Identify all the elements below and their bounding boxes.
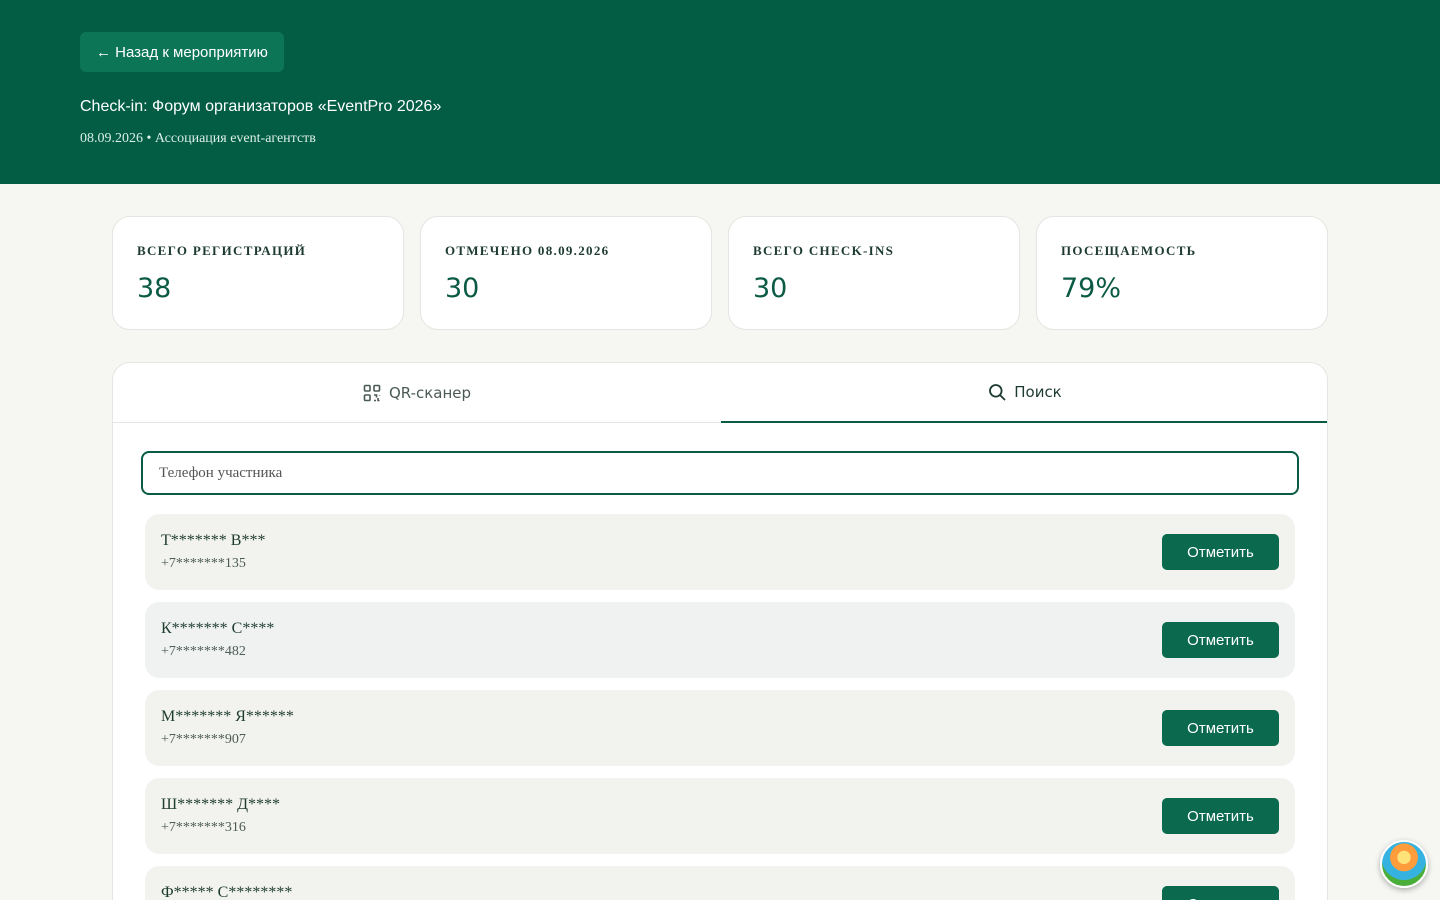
attendee-row: Ш******* Д**** +7*******316 Отметить [145, 778, 1295, 854]
attendee-name: Ш******* Д**** [161, 796, 281, 813]
mode-tabs: QR-сканер Поиск [113, 363, 1327, 423]
participant-phone-input[interactable] [141, 451, 1299, 495]
search-icon [988, 383, 1006, 401]
stat-value: 79% [1061, 273, 1122, 304]
stat-label: Посещаемость [1061, 243, 1197, 258]
mark-attendee-button[interactable]: Отметить [1162, 886, 1279, 900]
tab-search[interactable]: Поиск [721, 363, 1327, 423]
attendee-name: М******* Я****** [161, 708, 294, 725]
checkin-panel: QR-сканер Поиск Т******* В*** +7*******1… [112, 362, 1328, 900]
attendee-phone: +7*******135 [161, 556, 246, 571]
stat-label: Всего регистраций [137, 243, 307, 258]
stat-card-checkins: Всего check-ins 30 [728, 216, 1020, 330]
attendee-row: М******* Я****** +7*******907 Отметить [145, 690, 1295, 766]
stat-value: 30 [445, 273, 480, 304]
qr-code-icon [363, 384, 381, 402]
page-subtitle: 08.09.2026 • Ассоциация event-агентств [80, 131, 316, 146]
attendee-name: Ф***** С******** [161, 884, 293, 900]
page-header: ← Назад к мероприятию Check-in: Форум ор… [0, 0, 1440, 184]
attendee-phone: +7*******316 [161, 820, 246, 835]
mark-attendee-button[interactable]: Отметить [1162, 798, 1279, 834]
attendee-row: Т******* В*** +7*******135 Отметить [145, 514, 1295, 590]
attendee-name: К******* С**** [161, 620, 275, 637]
mark-attendee-button[interactable]: Отметить [1162, 622, 1279, 658]
attendee-phone: +7*******907 [161, 732, 246, 747]
tab-qr-scanner[interactable]: QR-сканер [113, 363, 721, 423]
stat-value: 38 [137, 273, 172, 304]
attendee-row: Ф***** С******** Отметить [145, 866, 1295, 900]
stat-card-registrations: Всего регистраций 38 [112, 216, 404, 330]
stat-card-marked-today: Отмечено 08.09.2026 30 [420, 216, 712, 330]
tab-label: QR-сканер [388, 384, 472, 402]
stat-label: Отмечено 08.09.2026 [445, 243, 610, 258]
attendee-phone: +7*******482 [161, 644, 246, 659]
mark-attendee-button[interactable]: Отметить [1162, 710, 1279, 746]
page-title: Check-in: Форум организаторов «EventPro … [80, 98, 442, 115]
tab-label: Поиск [1014, 383, 1062, 401]
attendee-row: К******* С**** +7*******482 Отметить [145, 602, 1295, 678]
back-to-event-button[interactable]: ← Назад к мероприятию [80, 32, 284, 72]
stat-card-attendance: Посещаемость 79% [1036, 216, 1328, 330]
stat-value: 30 [753, 273, 788, 304]
stats-row: Всего регистраций 38 Отмечено 08.09.2026… [112, 216, 1328, 330]
attendee-name: Т******* В*** [161, 532, 266, 549]
assistant-avatar-icon[interactable] [1380, 840, 1428, 888]
mark-attendee-button[interactable]: Отметить [1162, 534, 1279, 570]
stat-label: Всего check-ins [753, 243, 895, 258]
